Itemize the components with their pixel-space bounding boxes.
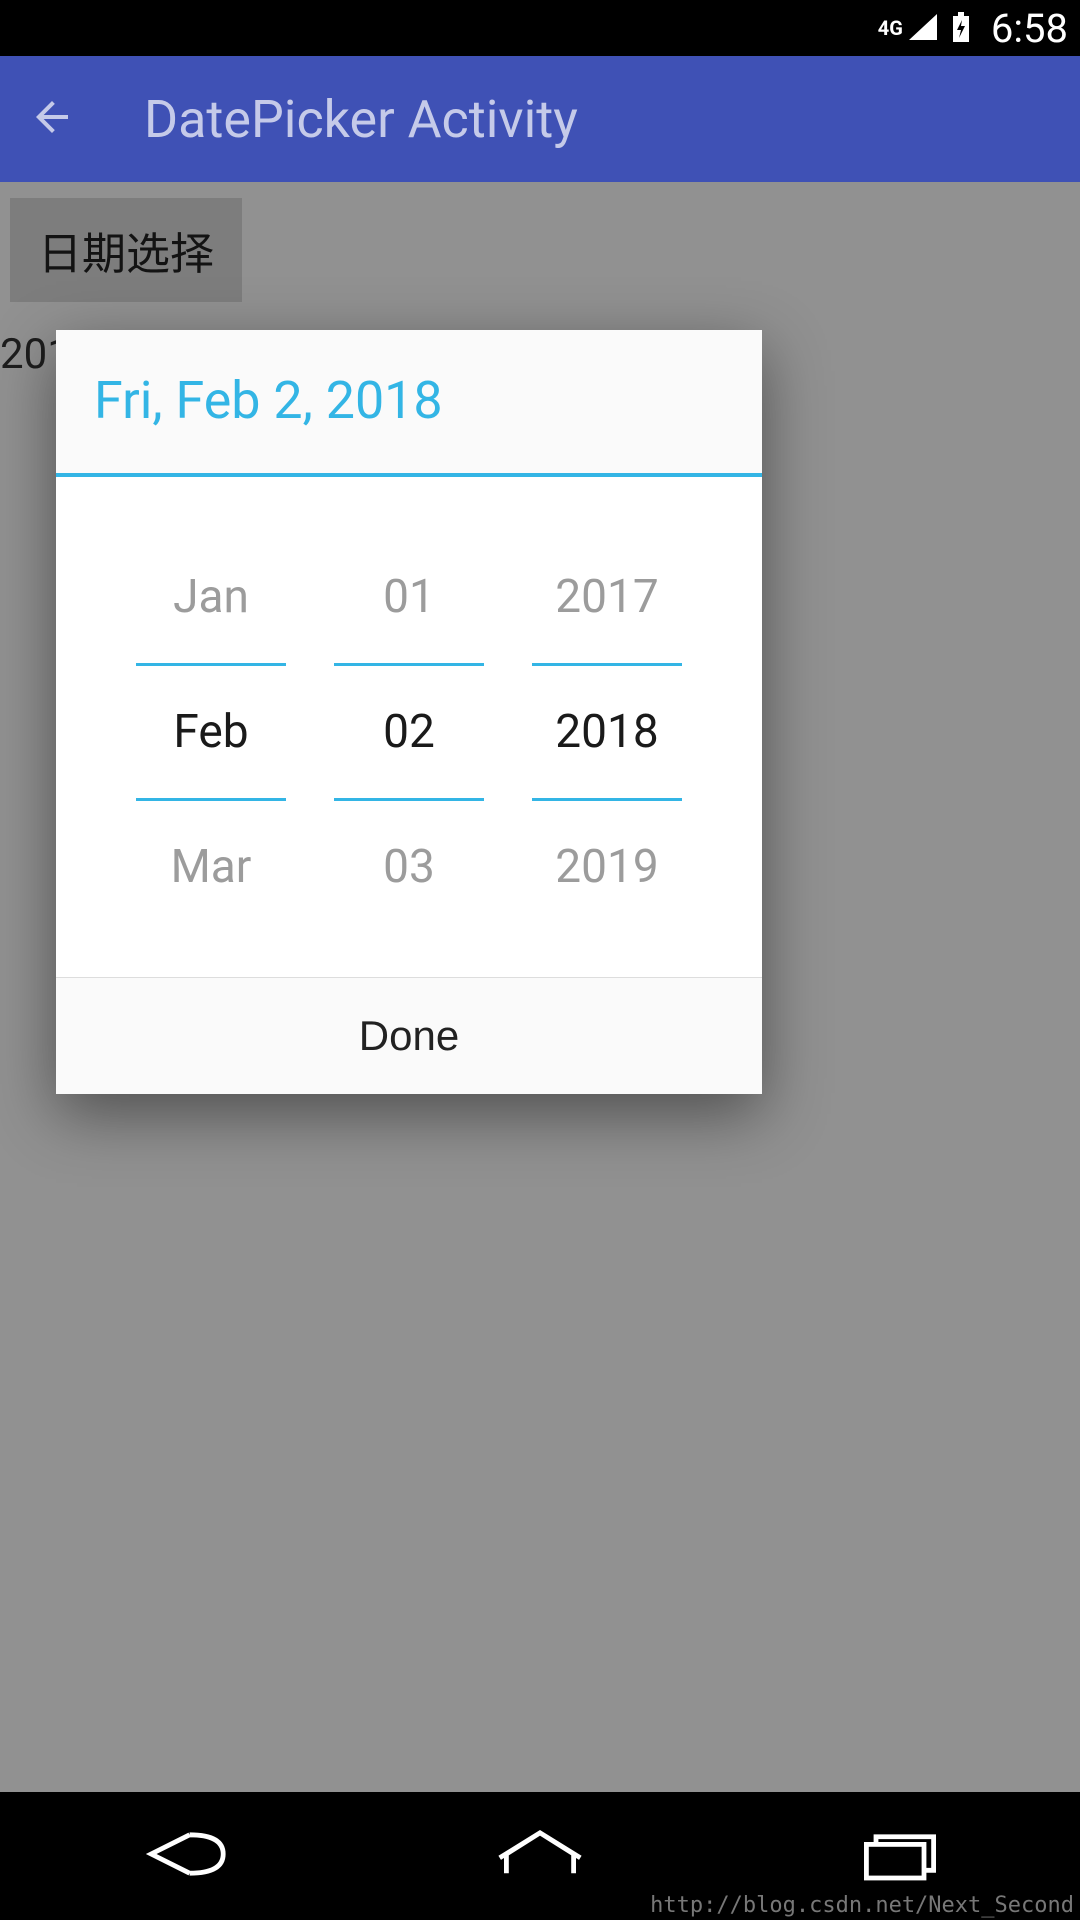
dialog-title: Fri, Feb 2, 2018: [94, 370, 724, 431]
app-bar: DatePicker Activity: [0, 56, 1080, 182]
picker-divider: [136, 798, 286, 801]
year-prev[interactable]: 2017: [527, 537, 687, 657]
nav-recent-button[interactable]: [852, 1824, 948, 1888]
day-prev[interactable]: 01: [329, 537, 489, 657]
day-current[interactable]: 02: [329, 672, 489, 792]
day-next[interactable]: 03: [329, 807, 489, 927]
dialog-header: Fri, Feb 2, 2018: [56, 330, 762, 477]
watermark-text: http://blog.csdn.net/Next_Second: [650, 1893, 1074, 1918]
nav-recent-icon: [852, 1824, 948, 1884]
network-4g-label: 4G: [878, 16, 903, 40]
app-title: DatePicker Activity: [144, 89, 578, 150]
picker-divider: [334, 663, 484, 666]
nav-back-button[interactable]: [132, 1824, 228, 1888]
date-picker-dialog: Fri, Feb 2, 2018 Jan Feb Mar 01 02 03 20…: [56, 330, 762, 1094]
dialog-footer: Done: [56, 977, 762, 1094]
status-time: 6:58: [991, 5, 1068, 52]
nav-home-icon: [492, 1824, 588, 1884]
back-button[interactable]: [28, 93, 76, 145]
signal-icon: [907, 12, 939, 44]
month-picker[interactable]: Jan Feb Mar: [131, 537, 291, 927]
picker-divider: [532, 663, 682, 666]
picker-divider: [532, 798, 682, 801]
date-picker-body: Jan Feb Mar 01 02 03 2017 2018 2019: [56, 477, 762, 977]
status-bar: 4G 6:58: [0, 0, 1080, 56]
month-prev[interactable]: Jan: [131, 537, 291, 657]
done-button[interactable]: Done: [56, 978, 762, 1094]
year-next[interactable]: 2019: [527, 807, 687, 927]
picker-divider: [136, 663, 286, 666]
day-picker[interactable]: 01 02 03: [329, 537, 489, 927]
year-picker[interactable]: 2017 2018 2019: [527, 537, 687, 927]
year-current[interactable]: 2018: [527, 672, 687, 792]
month-current[interactable]: Feb: [131, 672, 291, 792]
back-arrow-icon: [28, 93, 76, 141]
battery-charging-icon: [945, 12, 977, 44]
picker-divider: [334, 798, 484, 801]
nav-back-icon: [132, 1824, 228, 1884]
month-next[interactable]: Mar: [131, 807, 291, 927]
nav-home-button[interactable]: [492, 1824, 588, 1888]
